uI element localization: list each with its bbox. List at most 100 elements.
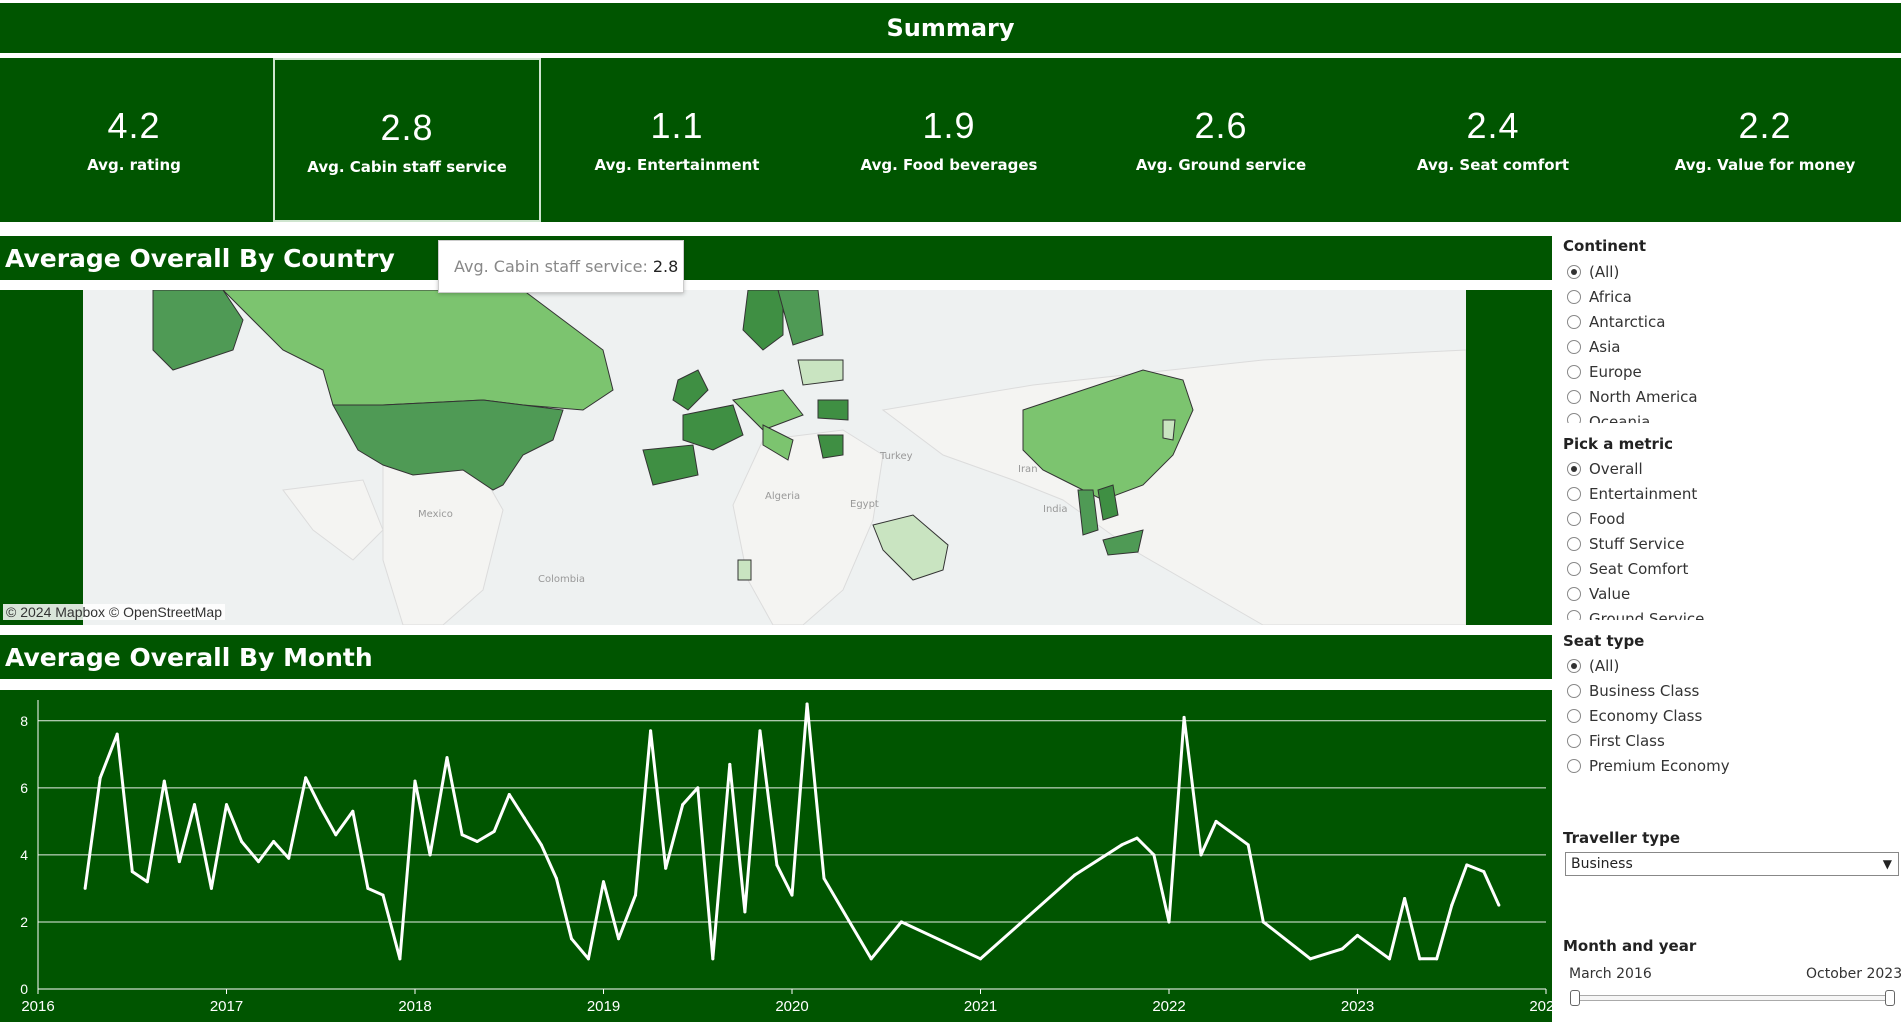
metric-option[interactable]: Stuff Service	[1567, 535, 1684, 553]
metric-option[interactable]: Food	[1567, 510, 1625, 528]
data-point	[634, 893, 638, 897]
data-point	[1356, 933, 1359, 937]
kpi-avg-seat-comfort[interactable]: 2.4 Avg. Seat comfort	[1359, 58, 1627, 222]
option-label: Stuff Service	[1589, 535, 1685, 553]
data-point	[334, 833, 338, 837]
data-point	[145, 880, 149, 884]
seat-type-option[interactable]: (All)	[1567, 657, 1619, 675]
slider-handle-end[interactable]	[1885, 990, 1895, 1006]
data-point	[1261, 920, 1265, 924]
radio-icon	[1567, 684, 1581, 698]
continent-option[interactable]: North America	[1567, 388, 1698, 406]
option-label: (All)	[1589, 657, 1620, 675]
radio-icon	[1567, 659, 1581, 673]
option-label: Food	[1589, 510, 1625, 528]
continent-option[interactable]: Oceania	[1567, 413, 1650, 423]
data-point	[272, 839, 276, 843]
metric-option[interactable]: Seat Comfort	[1567, 560, 1688, 578]
kpi-label: Avg. Ground service	[1135, 156, 1307, 174]
data-point	[1497, 903, 1501, 907]
data-point	[602, 880, 605, 884]
x-tick-label: 2016	[21, 998, 54, 1015]
seat-type-option[interactable]: Business Class	[1567, 682, 1699, 700]
data-point	[225, 803, 228, 807]
kpi-value: 2.8	[380, 107, 434, 148]
data-point	[177, 860, 181, 864]
radio-icon	[1567, 462, 1581, 476]
radio-icon	[1567, 290, 1581, 304]
kpi-avg-rating[interactable]: 4.2 Avg. rating	[0, 58, 268, 222]
country-map[interactable]: Mexico Colombia Algeria Egypt Turkey Ira…	[83, 290, 1466, 625]
data-point	[1482, 870, 1486, 874]
y-tick-label: 2	[20, 914, 28, 930]
kpi-avg-cabin-staff-service[interactable]: 2.8 Avg. Cabin staff service	[273, 58, 541, 222]
romania	[817, 399, 849, 421]
map-attribution[interactable]: © 2024 Mapbox © OpenStreetMap	[3, 604, 225, 620]
monthly-chart[interactable]: 0 2 4 6 8 2016 2017 2018 2019 2020 2021 2022 2023 202…	[0, 690, 1563, 1022]
traveller-type-select[interactable]: Business ▼	[1565, 852, 1899, 876]
kpi-avg-ground-service[interactable]: 2.6 Avg. Ground service	[1087, 58, 1355, 222]
data-point	[1340, 947, 1344, 951]
data-point	[1450, 903, 1454, 907]
data-point	[413, 779, 417, 783]
continent-option[interactable]: Antarctica	[1567, 313, 1665, 331]
range-start-label: March 2016	[1569, 966, 1652, 982]
kpi-label: Avg. Entertainment	[594, 156, 760, 174]
metric-option[interactable]: Entertainment	[1567, 485, 1697, 503]
date-range-slider[interactable]	[1575, 995, 1893, 1001]
series-line	[83, 702, 1501, 961]
data-point	[257, 860, 261, 864]
seat-type-option[interactable]: Economy Class	[1567, 707, 1702, 725]
data-point	[554, 876, 558, 880]
radio-icon	[1567, 709, 1581, 723]
data-point	[1152, 853, 1156, 857]
kpi-value: 2.2	[1738, 105, 1792, 146]
data-point	[83, 886, 87, 890]
ghana	[737, 559, 752, 581]
data-point	[445, 756, 449, 760]
seat-type-filter-title: Seat type	[1563, 632, 1645, 650]
data-point	[1246, 843, 1250, 847]
kpi-avg-entertainment[interactable]: 1.1 Avg. Entertainment	[543, 58, 811, 222]
data-point	[1073, 873, 1077, 877]
eastern-europe	[797, 359, 844, 386]
continent-option[interactable]: (All)	[1567, 263, 1619, 281]
metric-option[interactable]: Ground Service	[1567, 610, 1704, 620]
data-point	[319, 806, 323, 810]
y-tick-label: 6	[20, 780, 28, 796]
data-point	[569, 937, 573, 941]
data-point	[539, 843, 543, 847]
continent-option[interactable]: Europe	[1567, 363, 1642, 381]
metric-option[interactable]: Value	[1567, 585, 1630, 603]
metric-option[interactable]: Overall	[1567, 460, 1643, 478]
radio-icon	[1567, 390, 1581, 404]
data-point	[1435, 957, 1439, 961]
x-tick-label: 2020	[775, 998, 808, 1015]
option-label: Value	[1589, 585, 1631, 603]
map-svg: Mexico Colombia Algeria Egypt Turkey Ira…	[83, 290, 1466, 625]
x-tick-label: 2023	[1341, 998, 1374, 1015]
option-label: Antarctica	[1589, 313, 1666, 331]
radio-icon	[1567, 610, 1581, 620]
kpi-avg-food-beverages[interactable]: 1.9 Avg. Food beverages	[815, 58, 1083, 222]
option-label: Europe	[1589, 363, 1642, 381]
data-point	[475, 839, 479, 843]
data-point	[460, 833, 464, 837]
data-point	[130, 870, 134, 874]
radio-icon	[1567, 537, 1581, 551]
tooltip-value: 2.8	[652, 257, 679, 276]
data-point	[869, 957, 873, 961]
y-tick-label: 0	[20, 981, 28, 997]
radio-icon	[1567, 413, 1581, 423]
seat-type-option[interactable]: First Class	[1567, 732, 1665, 750]
seat-type-option[interactable]: Premium Economy	[1567, 757, 1730, 775]
slider-handle-start[interactable]	[1570, 990, 1580, 1006]
greece	[817, 434, 844, 459]
place-label: Egypt	[850, 499, 879, 510]
continent-option[interactable]: Africa	[1567, 288, 1632, 306]
continent-option[interactable]: Asia	[1567, 338, 1620, 356]
x-tick-label: 2018	[398, 998, 431, 1015]
radio-icon	[1567, 587, 1581, 601]
kpi-avg-value-for-money[interactable]: 2.2 Avg. Value for money	[1631, 58, 1899, 222]
option-label: Oceania	[1589, 413, 1651, 423]
